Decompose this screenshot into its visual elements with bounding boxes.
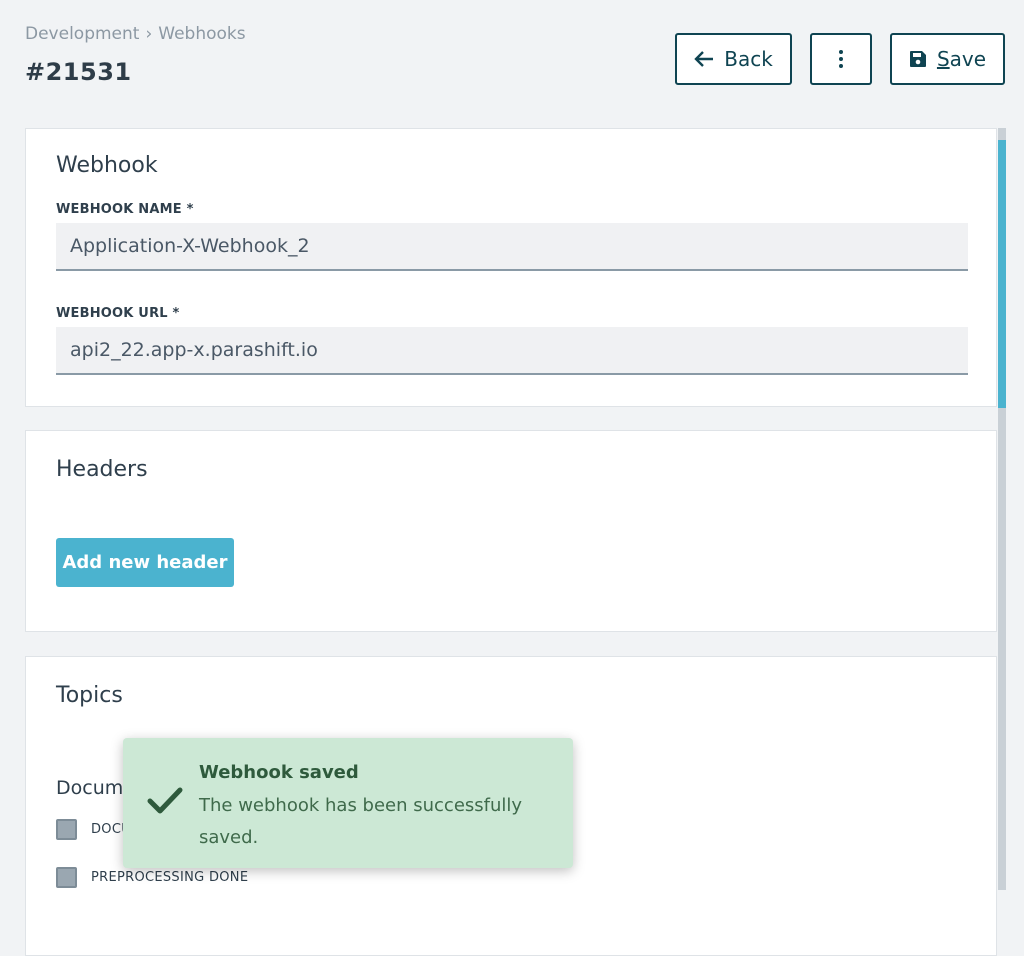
back-label: Back: [724, 47, 773, 71]
more-options-button[interactable]: [810, 33, 872, 85]
add-new-header-button[interactable]: Add new header: [56, 538, 234, 587]
webhook-card: Webhook WEBHOOK NAME * WEBHOOK URL *: [25, 128, 997, 407]
arrow-left-icon: [694, 51, 714, 67]
toast-title: Webhook saved: [199, 762, 359, 783]
page-title: #21531: [25, 58, 132, 86]
breadcrumb-development[interactable]: Development: [25, 24, 139, 44]
scrollbar-thumb[interactable]: [998, 140, 1006, 408]
topic-checkbox[interactable]: [56, 867, 77, 888]
webhook-url-label: WEBHOOK URL *: [56, 306, 180, 321]
breadcrumb: Development › Webhooks: [25, 24, 246, 44]
headers-card: Headers Add new header: [25, 430, 997, 632]
topic-checkbox[interactable]: [56, 819, 77, 840]
webhook-url-input[interactable]: [56, 327, 968, 375]
webhook-card-title: Webhook: [56, 153, 158, 178]
toast-message: The webhook has been successfully saved.: [199, 795, 523, 848]
topic-checkbox-row[interactable]: DOCU: [56, 819, 131, 840]
webhook-name-label: WEBHOOK NAME *: [56, 202, 194, 217]
more-vertical-icon: [839, 50, 843, 68]
checkmark-icon: [147, 787, 183, 814]
save-button[interactable]: Save: [890, 33, 1005, 85]
save-label: Save: [936, 47, 987, 71]
topics-card-title: Topics: [56, 683, 123, 708]
topic-checkbox-label: PREPROCESSING DONE: [91, 870, 249, 885]
breadcrumb-webhooks[interactable]: Webhooks: [158, 24, 245, 44]
save-icon: [909, 51, 926, 67]
success-toast: Webhook saved The webhook has been succe…: [123, 738, 573, 868]
webhook-name-input[interactable]: [56, 223, 968, 271]
back-button[interactable]: Back: [675, 33, 792, 85]
headers-card-title: Headers: [56, 457, 148, 482]
breadcrumb-separator: ›: [145, 24, 153, 44]
topic-checkbox-row[interactable]: PREPROCESSING DONE: [56, 867, 248, 888]
